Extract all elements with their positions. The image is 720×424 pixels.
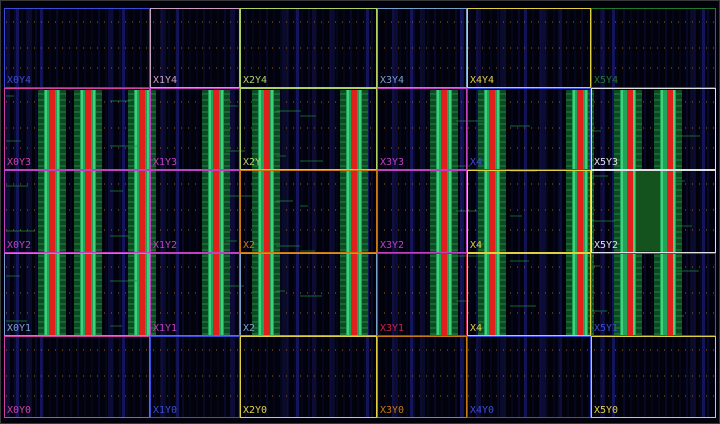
clock-region-label: X2: [243, 323, 256, 334]
clock-region-label: X1Y2: [153, 240, 178, 251]
clock-region-x5y3[interactable]: X5Y3: [591, 88, 716, 170]
clock-region-x0y4[interactable]: X0Y4: [4, 8, 150, 88]
clock-region-label: X1Y0: [153, 405, 178, 416]
clock-region-x0y3[interactable]: X0Y3: [4, 88, 150, 170]
clock-region-x5y1[interactable]: X5Y1: [591, 253, 716, 336]
clock-region-label: X3Y2: [380, 240, 405, 251]
clock-region-x1y3[interactable]: X1Y3: [150, 88, 240, 170]
clock-region-label: X5Y1: [594, 323, 619, 334]
clock-region-label: X4: [470, 240, 483, 251]
clock-region-label: X3Y0: [380, 405, 405, 416]
clock-region-x3y3[interactable]: X3Y3: [377, 88, 467, 170]
clock-region-x2y0[interactable]: X2Y0: [240, 336, 377, 418]
clock-region-x5y0[interactable]: X5Y0: [591, 336, 716, 418]
clock-region-label: X0Y3: [7, 157, 32, 168]
clock-region-x5y4[interactable]: X5Y4: [591, 8, 716, 88]
clock-region-x1y1[interactable]: X1Y1: [150, 253, 240, 336]
clock-region-x5y2[interactable]: X5Y2: [591, 170, 716, 253]
clock-region-label: X4Y4: [470, 75, 495, 86]
clock-region-label: X4: [470, 157, 483, 168]
clock-region-label: X0Y2: [7, 240, 32, 251]
clock-region-label: X1Y4: [153, 75, 178, 86]
clock-region-label: X0Y1: [7, 323, 32, 334]
clock-region-x2y2[interactable]: X2: [240, 170, 377, 253]
clock-region-x4y3[interactable]: X4: [467, 88, 591, 170]
clock-region-label: X4: [470, 323, 483, 334]
clock-region-label: X0Y0: [7, 405, 32, 416]
clock-region-x3y4[interactable]: X3Y4: [377, 8, 467, 88]
clock-region-x4y1[interactable]: X4: [467, 253, 591, 336]
clock-region-x4y2[interactable]: X4: [467, 170, 591, 253]
clock-region-label: X2: [243, 240, 256, 251]
clock-region-x3y1[interactable]: X3Y1: [377, 253, 467, 336]
clock-region-label: X3Y3: [380, 157, 405, 168]
device-view[interactable]: X0Y4 X1Y4 X2Y4 X3Y4 X4Y4 X5Y4 X0Y3 X1Y3 X2Y X3Y3 X…: [0, 0, 720, 424]
clock-region-x2y3[interactable]: X2Y: [240, 88, 377, 170]
clock-region-x4y0[interactable]: X4Y0: [467, 336, 591, 418]
clock-region-x0y2[interactable]: X0Y2: [4, 170, 150, 253]
clock-region-label: X0Y4: [7, 75, 32, 86]
clock-region-label: X1Y1: [153, 323, 178, 334]
clock-region-label: X5Y4: [594, 75, 619, 86]
clock-region-label: X3Y1: [380, 323, 405, 334]
clock-region-x1y0[interactable]: X1Y0: [150, 336, 240, 418]
clock-region-label: X2Y4: [243, 75, 268, 86]
clock-region-label: X5Y3: [594, 157, 619, 168]
clock-region-x0y0[interactable]: X0Y0: [4, 336, 150, 418]
clock-region-label: X3Y4: [380, 75, 405, 86]
clock-region-x3y0[interactable]: X3Y0: [377, 336, 467, 418]
clock-region-x3y2[interactable]: X3Y2: [377, 170, 467, 253]
clock-region-x1y2[interactable]: X1Y2: [150, 170, 240, 253]
clock-region-label: X2Y: [243, 157, 262, 168]
clock-region-x2y4[interactable]: X2Y4: [240, 8, 377, 88]
clock-region-x4y4[interactable]: X4Y4: [467, 8, 591, 88]
clock-region-label: X4Y0: [470, 405, 495, 416]
clock-region-x0y1[interactable]: X0Y1: [4, 253, 150, 336]
clock-region-layer: X0Y4 X1Y4 X2Y4 X3Y4 X4Y4 X5Y4 X0Y3 X1Y3 X2Y X3Y3 X…: [0, 0, 720, 424]
clock-region-x1y4[interactable]: X1Y4: [150, 8, 240, 88]
clock-region-label: X5Y2: [594, 240, 619, 251]
clock-region-label: X5Y0: [594, 405, 619, 416]
clock-region-label: X2Y0: [243, 405, 268, 416]
clock-region-label: X1Y3: [153, 157, 178, 168]
clock-region-x2y1[interactable]: X2: [240, 253, 377, 336]
